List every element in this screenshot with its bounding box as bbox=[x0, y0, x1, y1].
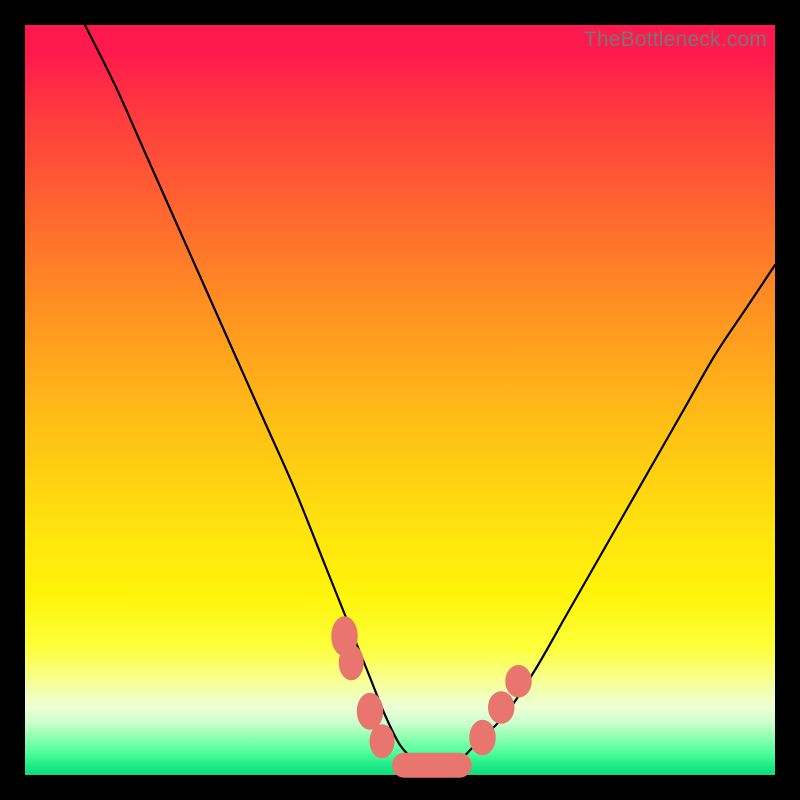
data-marker-cluster bbox=[393, 753, 472, 777]
data-marker bbox=[489, 692, 515, 724]
markers-group bbox=[332, 617, 532, 778]
watermark-text: TheBottleneck.com bbox=[584, 28, 767, 52]
chart-frame: TheBottleneck.com bbox=[0, 0, 800, 800]
data-marker bbox=[339, 645, 363, 680]
plot-area: TheBottleneck.com bbox=[25, 25, 775, 775]
chart-svg bbox=[25, 25, 775, 775]
data-marker bbox=[370, 725, 394, 758]
data-marker bbox=[506, 666, 532, 698]
curve-line bbox=[85, 25, 775, 768]
data-marker bbox=[357, 693, 383, 729]
data-marker bbox=[470, 720, 496, 755]
